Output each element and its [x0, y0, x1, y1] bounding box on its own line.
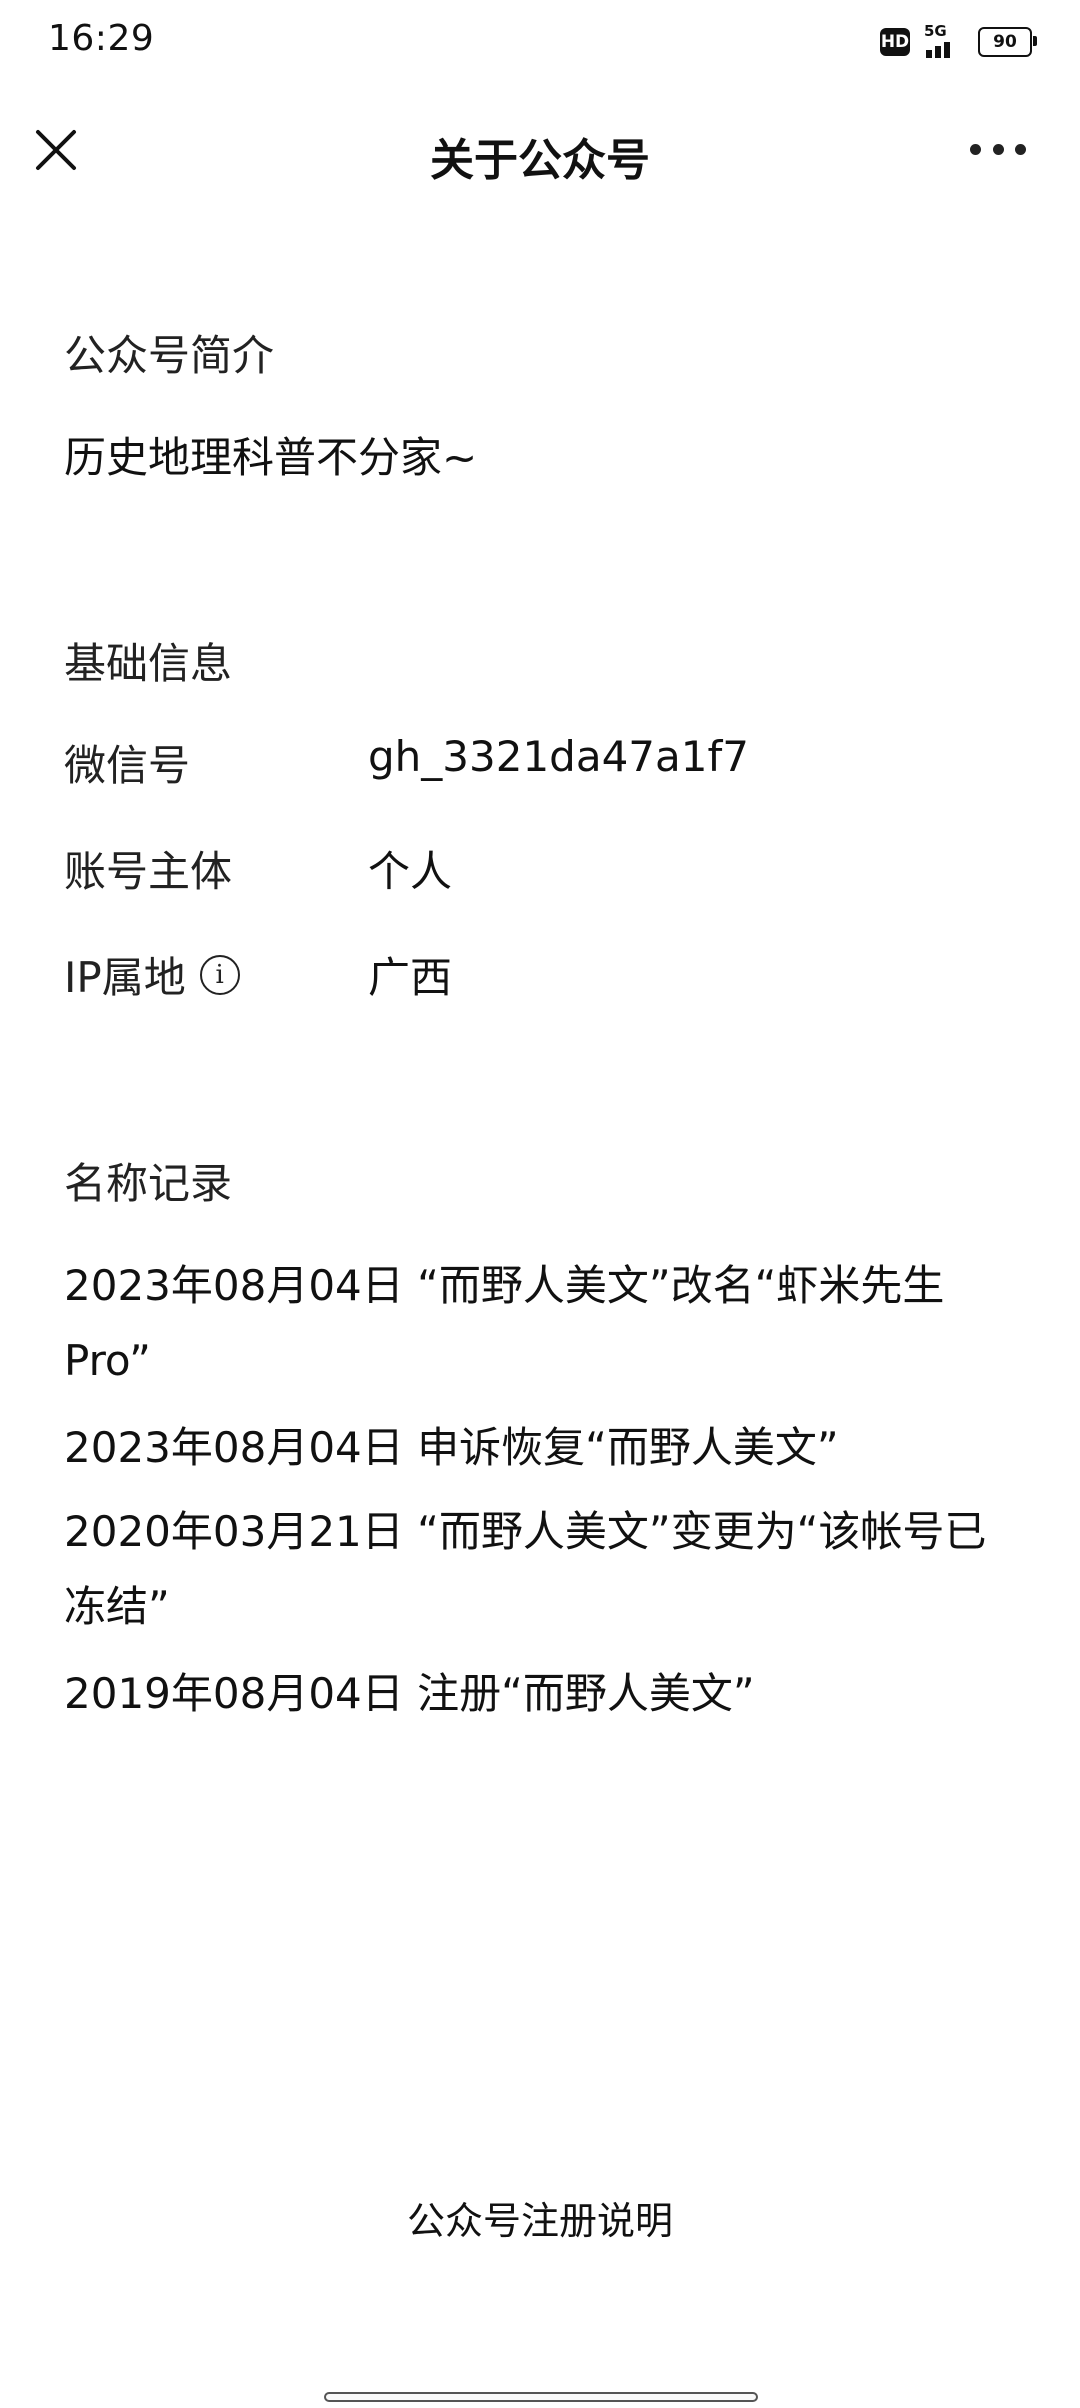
- battery-icon: 90: [978, 27, 1037, 57]
- hd-icon: HD: [880, 28, 910, 56]
- info-icon[interactable]: i: [199, 954, 240, 995]
- list-item: 2023年08月04日 “而野人美文”改名“虾米先生Pro”: [64, 1261, 945, 1385]
- registration-info-link[interactable]: 公众号注册说明: [0, 2190, 1080, 2245]
- more-dot-icon: [970, 143, 981, 155]
- intro-heading: 公众号简介: [64, 331, 275, 380]
- info-label: IP属地: [64, 953, 186, 1002]
- info-row-account-entity: 账号主体 个人: [64, 838, 1024, 898]
- home-indicator[interactable]: [324, 2392, 758, 2402]
- info-label: 账号主体: [64, 847, 233, 896]
- info-value[interactable]: gh_3321da47a1f7: [368, 732, 749, 781]
- nav-bar: 关于公众号: [0, 100, 1080, 200]
- info-label-ip: IP属地 i: [64, 944, 240, 1005]
- battery-level: 90: [993, 32, 1017, 52]
- list-item: 2023年08月04日 申诉恢复“而野人美文”: [64, 1423, 839, 1472]
- basic-info-heading: 基础信息: [64, 639, 233, 688]
- signal-icon: 5G: [924, 22, 964, 60]
- status-icons: HD 5G 90: [880, 22, 1037, 62]
- info-value: 广西: [368, 953, 453, 1002]
- info-value: 个人: [368, 847, 453, 896]
- info-row-ip-location: IP属地 i 广西: [64, 944, 1024, 1004]
- list-item: 2019年08月04日 注册“而野人美文”: [64, 1669, 755, 1718]
- list-item: 2020年03月21日 “而野人美文”变更为“该帐号已冻结”: [64, 1507, 987, 1631]
- info-label: 微信号: [64, 741, 191, 790]
- page-title: 关于公众号: [430, 135, 650, 186]
- status-bar: 16:29 HD 5G 90: [0, 0, 1080, 84]
- intro-text: 历史地理科普不分家~: [64, 433, 478, 482]
- network-type: 5G: [924, 22, 947, 40]
- more-dot-icon: [1015, 143, 1026, 155]
- more-button[interactable]: [970, 134, 1026, 164]
- more-dot-icon: [992, 143, 1004, 155]
- info-row-wechat-id: 微信号 gh_3321da47a1f7: [64, 732, 1024, 792]
- status-time: 16:29: [48, 18, 155, 59]
- name-records-heading: 名称记录: [64, 1159, 233, 1208]
